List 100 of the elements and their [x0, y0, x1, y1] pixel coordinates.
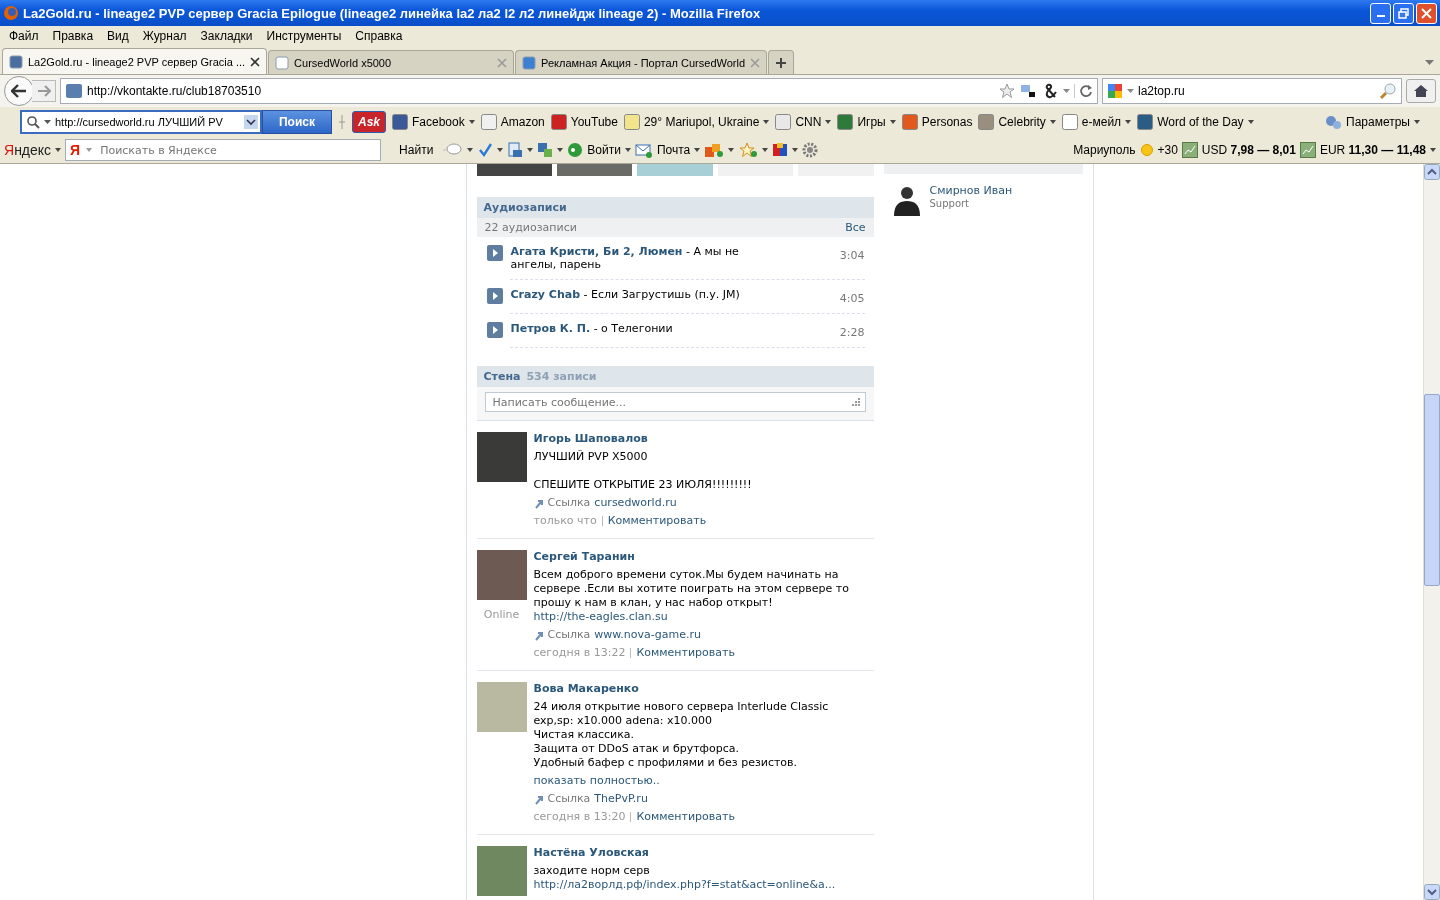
menu-item[interactable]: Правка — [45, 29, 101, 43]
back-button[interactable] — [4, 76, 34, 106]
yandex-logo[interactable]: Яндекс — [4, 142, 52, 158]
comment-link[interactable]: Комментировать — [636, 646, 735, 660]
caret-icon[interactable] — [1127, 88, 1134, 94]
scrollbar[interactable] — [1423, 164, 1440, 900]
search-field[interactable]: http://cursedworld.ru ЛУЧШИЙ PV — [20, 110, 262, 134]
minimize-button[interactable] — [1370, 2, 1391, 24]
close-icon — [1421, 7, 1432, 19]
close-button[interactable] — [1416, 2, 1437, 24]
menu-item[interactable]: Справка — [348, 29, 410, 43]
toolbar-button[interactable]: Personas — [901, 114, 973, 130]
find-button[interactable]: Найти — [395, 143, 438, 157]
browser-tab[interactable]: La2Gold.ru - lineage2 PVP сервер Gracia ... — [2, 48, 268, 74]
browser-tab[interactable]: Рекламная Акция - Портал CursedWorld — [515, 50, 768, 74]
post-count: 534 записи — [526, 370, 597, 383]
menu-item[interactable]: Журнал — [135, 29, 194, 43]
person-silhouette-icon[interactable] — [891, 184, 922, 216]
caret-icon[interactable] — [1425, 60, 1434, 66]
search-icon[interactable] — [1379, 82, 1397, 100]
menu-item[interactable]: Файл — [2, 29, 46, 43]
caret-icon[interactable] — [728, 148, 735, 152]
currency-rate[interactable]: EUR 11,30 — 11,48 — [1319, 143, 1426, 157]
toolbar-button[interactable]: e-мейл — [1061, 114, 1132, 130]
reload-icon[interactable] — [1074, 84, 1093, 98]
toolbar-button[interactable]: Игры — [837, 114, 896, 130]
search-button[interactable]: Поиск — [262, 110, 332, 134]
currency-rate[interactable]: USD 7,98 — 8,01 — [1201, 143, 1296, 157]
post-time: сегодня в 13:22 — [533, 646, 626, 660]
settings-icon[interactable] — [802, 142, 819, 158]
toolbar-button[interactable]: Celebrity — [978, 114, 1056, 130]
site-icon — [65, 83, 83, 99]
scroll-up-icon[interactable] — [1424, 164, 1440, 180]
toolbar-button[interactable]: Facebook — [392, 114, 475, 130]
play-icon[interactable] — [486, 288, 503, 304]
city-label[interactable]: Мариуполь — [1073, 143, 1136, 157]
plus-icon — [775, 56, 788, 69]
menu-item[interactable]: Инструменты — [259, 29, 349, 43]
attached-link[interactable]: www.nova-game.ru — [594, 628, 701, 642]
post-text: заходите норм серв http://ла2ворлд.рф/index.php?f=stat&act=online&a... — [533, 864, 837, 892]
message-field[interactable]: Написать сообщение... — [484, 392, 866, 412]
leader-name[interactable]: Смирнов Иван — [929, 184, 1013, 197]
chart-icon — [1299, 142, 1316, 158]
caret-icon[interactable] — [557, 148, 564, 152]
toolbar-button[interactable]: Amazon — [480, 114, 545, 130]
toolbar-button[interactable]: CNN — [775, 114, 832, 130]
caret-icon[interactable] — [762, 148, 769, 152]
mail-button[interactable]: Почта — [634, 142, 701, 158]
author-name[interactable]: Вова Макаренко — [533, 682, 874, 696]
dropdown-icon[interactable] — [244, 115, 258, 129]
track-duration: 3:04 — [839, 249, 865, 262]
search-field[interactable]: la2top.ru — [1102, 78, 1402, 104]
caret-icon[interactable] — [497, 148, 504, 152]
show-more-link[interactable]: показать полностью.. — [533, 774, 874, 788]
comment-link[interactable]: Комментировать — [636, 810, 735, 824]
close-icon[interactable] — [250, 56, 261, 67]
resize-handle-icon[interactable] — [338, 114, 346, 130]
photo-placeholder[interactable] — [556, 164, 633, 176]
toolbar-button[interactable]: 29° Mariupol, Ukraine — [623, 114, 770, 130]
caret-icon[interactable] — [527, 148, 534, 152]
new-tab-button[interactable] — [768, 50, 795, 74]
ampersand-icon[interactable] — [1043, 83, 1059, 99]
caret-icon[interactable] — [44, 119, 51, 125]
menu-item[interactable]: Закладки — [193, 29, 260, 43]
all-link[interactable]: Все — [845, 221, 866, 234]
login-button[interactable]: Войти — [567, 142, 631, 158]
author-name[interactable]: Игорь Шаповалов — [533, 432, 874, 446]
caret-icon[interactable] — [55, 148, 62, 152]
star-icon[interactable] — [738, 142, 759, 158]
ask-logo[interactable]: Ask — [352, 111, 386, 133]
post-link[interactable]: http://ла2ворлд.рф/index.php?f=stat&act=online&a... — [533, 878, 836, 891]
author-name[interactable]: Сергей Таранин — [533, 550, 874, 564]
toolbar-button[interactable]: YouTube — [550, 114, 618, 130]
temperature[interactable]: +30 — [1157, 143, 1178, 157]
browser-tab[interactable]: CursedWorld x5000 — [268, 50, 515, 74]
star-icon[interactable] — [999, 83, 1015, 99]
document-icon[interactable] — [507, 142, 524, 158]
home-button[interactable] — [1406, 79, 1436, 103]
chart-icon — [1181, 142, 1198, 158]
menu-item[interactable]: Вид — [100, 29, 136, 43]
spellcheck-icon[interactable] — [477, 142, 494, 158]
caret-icon[interactable] — [467, 148, 474, 152]
comment-link[interactable]: Комментировать — [607, 514, 707, 528]
author-name[interactable]: Настёна Уловская — [533, 846, 874, 860]
address-bar[interactable]: http://vkontakte.ru/club18703510 — [60, 78, 1098, 104]
scroll-down-icon[interactable] — [1424, 884, 1440, 900]
caret-icon[interactable] — [1063, 88, 1070, 94]
attached-link[interactable]: cursedworld.ru — [594, 496, 677, 510]
attached-link[interactable]: ThePvP.ru — [594, 792, 648, 806]
caret-icon[interactable] — [1430, 148, 1436, 152]
search-engine-icon[interactable] — [1107, 83, 1123, 99]
settings-button[interactable]: Параметры — [1324, 114, 1420, 130]
scrollbar-thumb[interactable] — [1424, 394, 1440, 586]
toolbar-button[interactable]: Word of the Day — [1137, 114, 1254, 130]
restore-button[interactable] — [1393, 2, 1414, 24]
post-link[interactable]: http://the-eagles.clan.su — [533, 610, 668, 623]
caret-icon[interactable] — [792, 148, 799, 152]
play-icon[interactable] — [486, 322, 503, 338]
search-field[interactable]: Я Поискать в Яндексе — [65, 139, 382, 161]
play-icon[interactable] — [486, 245, 503, 261]
